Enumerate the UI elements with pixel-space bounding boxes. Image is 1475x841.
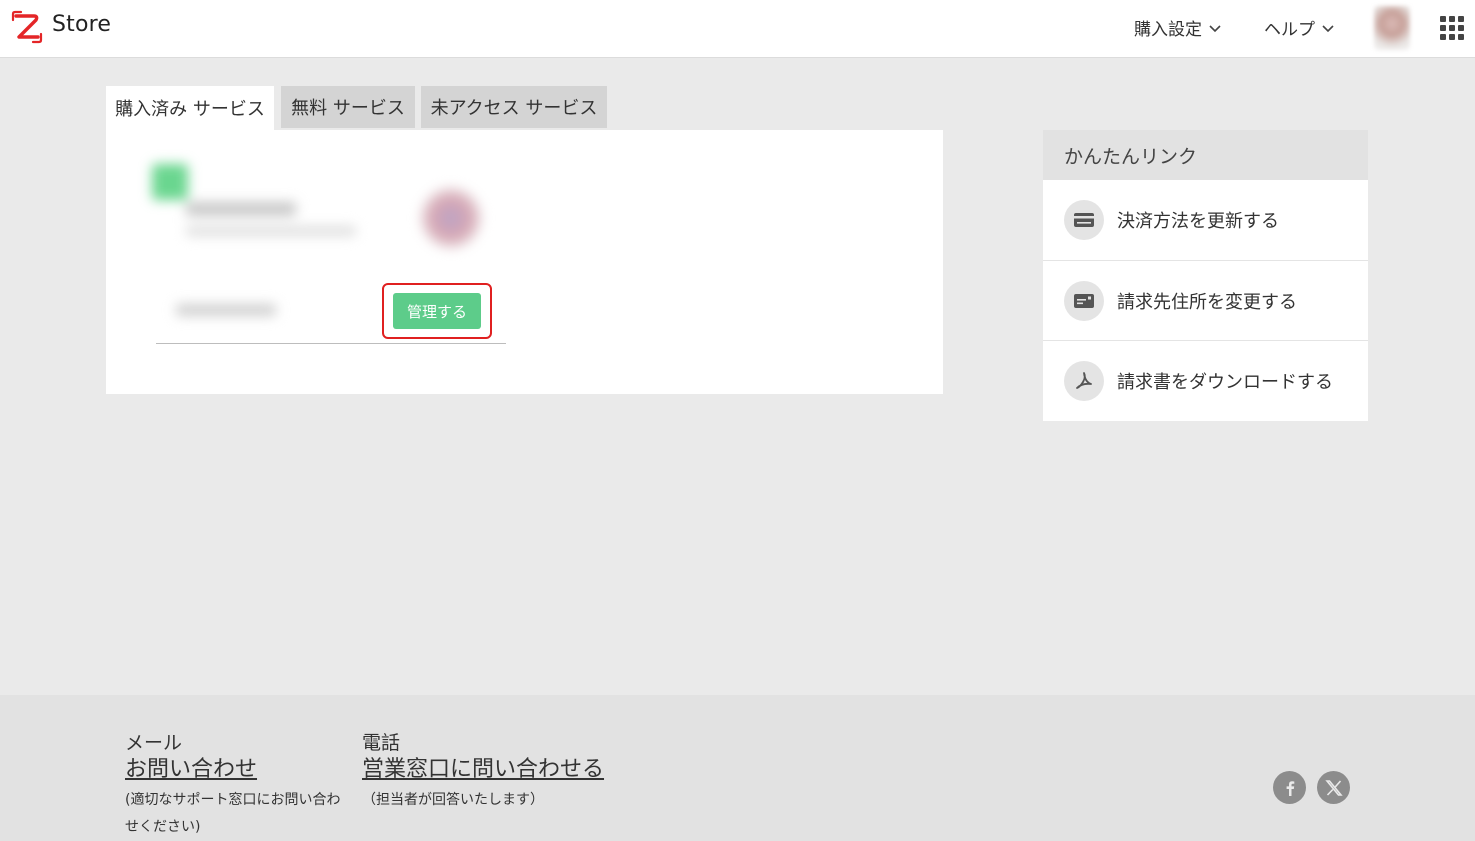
tab-unaccessed-services[interactable]: 未アクセス サービス — [421, 86, 607, 128]
footer-mail-note-line2: せください) — [125, 819, 201, 835]
top-header: Store 購入設定 ヘルプ — [0, 0, 1475, 58]
address-card-icon — [1064, 280, 1104, 321]
sales-contact-link[interactable]: 営業窓口に問い合わせる — [362, 755, 642, 785]
x-twitter-icon[interactable] — [1317, 771, 1350, 804]
quick-link-label: 決済方法を更新する — [1117, 211, 1279, 232]
card-divider — [156, 343, 506, 344]
quick-link-change-address[interactable]: 請求先住所を変更する — [1043, 260, 1368, 340]
quick-link-download-invoice[interactable]: 請求書をダウンロードする — [1043, 340, 1368, 420]
user-avatar[interactable] — [1374, 6, 1410, 50]
footer-mail-title: メール — [125, 732, 183, 754]
contact-link[interactable]: お問い合わせ — [125, 755, 355, 785]
footer-mail-note: (適切なサポート窓口にお問い合わ せください) — [125, 787, 355, 841]
services-panel — [106, 130, 943, 394]
footer-phone-section: 電話 営業窓口に問い合わせる （担当者が回答いたします） — [362, 731, 642, 814]
help-label: ヘルプ — [1264, 20, 1315, 40]
brand-name[interactable]: Store — [52, 12, 111, 37]
page-footer: メール お問い合わせ (適切なサポート窓口にお問い合わ せください) 電話 営業… — [0, 695, 1475, 841]
quick-link-label: 請求先住所を変更する — [1117, 291, 1297, 313]
purchase-settings-label: 購入設定 — [1134, 20, 1202, 40]
tab-free-services[interactable]: 無料 サービス — [281, 86, 415, 128]
chevron-down-icon — [1322, 24, 1334, 32]
quick-links-title: かんたんリンク — [1043, 130, 1368, 180]
help-menu[interactable]: ヘルプ — [1264, 15, 1335, 40]
credit-card-icon — [1064, 200, 1104, 240]
quick-links-panel: かんたんリンク 決済方法を更新する 請求先住所を変更する 請求書をダウンロードす… — [1043, 130, 1368, 421]
tab-purchased-services[interactable]: 購入済み サービス — [106, 86, 274, 130]
purchase-settings-menu[interactable]: 購入設定 — [1134, 15, 1222, 40]
apps-grid-icon[interactable] — [1440, 16, 1464, 40]
footer-mail-note-line1: (適切なサポート窓口にお問い合わ — [125, 792, 341, 808]
pdf-icon — [1064, 360, 1104, 401]
store-logo-icon[interactable] — [10, 10, 44, 44]
facebook-icon[interactable] — [1273, 771, 1306, 804]
footer-phone-note: （担当者が回答いたします） — [362, 792, 544, 808]
quick-link-label: 請求書をダウンロードする — [1117, 371, 1333, 393]
chevron-down-icon — [1209, 24, 1221, 32]
footer-phone-title: 電話 — [362, 732, 401, 754]
quick-link-update-payment[interactable]: 決済方法を更新する — [1043, 180, 1368, 260]
footer-mail-section: メール お問い合わせ (適切なサポート窓口にお問い合わ せください) — [125, 731, 355, 841]
manage-button[interactable]: 管理する — [393, 293, 481, 329]
